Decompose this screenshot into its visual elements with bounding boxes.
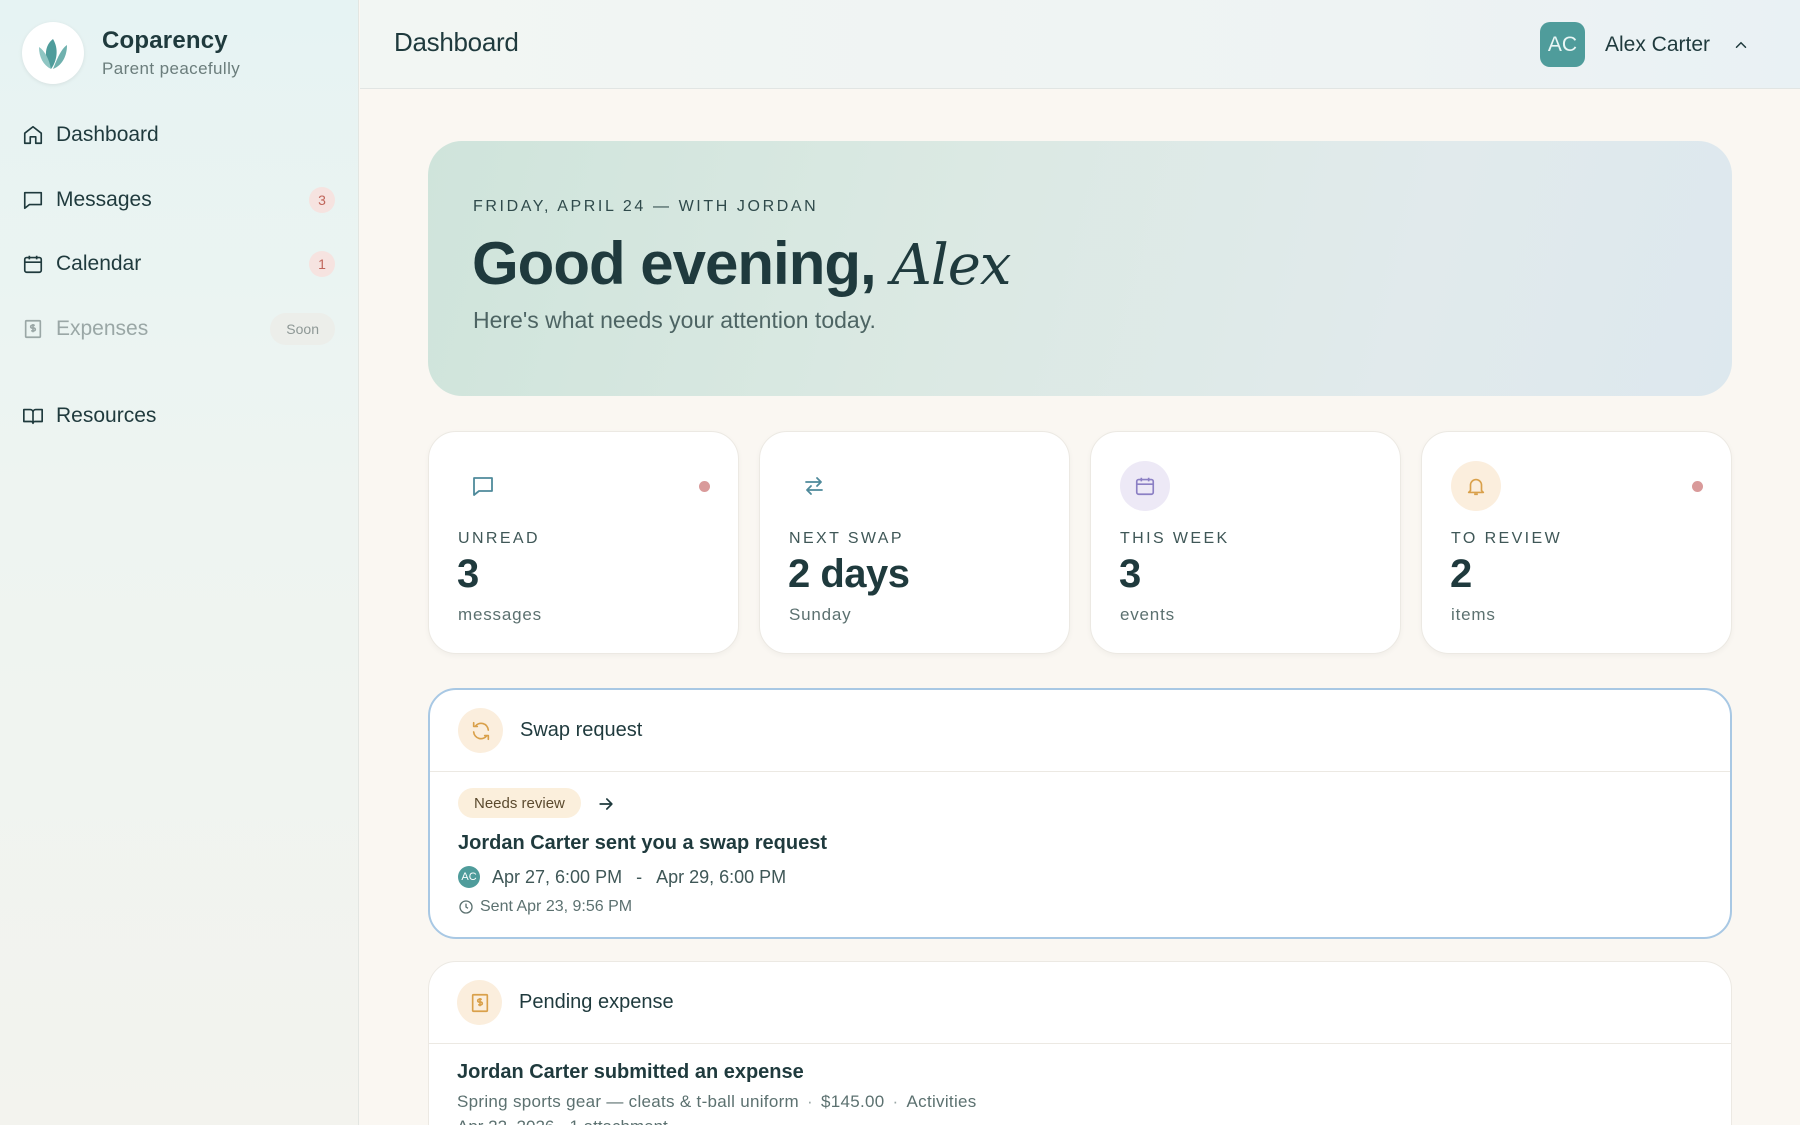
card-title: Swap request <box>520 719 643 741</box>
hero-date-line: FRIDAY, APRIL 24 — WITH JORDAN <box>473 198 819 215</box>
nav-item-resources[interactable]: Resources <box>0 391 359 441</box>
brand-name: Coparency <box>102 27 228 54</box>
stat-value: 3 <box>457 552 479 596</box>
user-menu[interactable]: AC Alex Carter <box>1539 22 1750 67</box>
card-header: Pending expense <box>429 962 1731 1044</box>
stat-card-next-swap[interactable]: NEXT SWAP 2 days Sunday <box>759 431 1070 654</box>
greeting-text: Good evening, <box>472 230 877 297</box>
sidebar: Coparency Parent peacefully Dashboard Me… <box>0 0 359 1125</box>
expense-category: Activities <box>906 1092 977 1111</box>
swap-arrows-icon <box>789 461 839 511</box>
stat-card-unread[interactable]: UNREAD 3 messages <box>428 431 739 654</box>
nav-item-calendar[interactable]: Calendar 1 <box>0 239 359 289</box>
expense-description: Spring sports gear — cleats & t-ball uni… <box>457 1092 800 1111</box>
receipt-icon <box>22 317 46 341</box>
receipt-icon <box>457 980 502 1025</box>
avatar: AC <box>458 866 480 888</box>
chevron-up-icon <box>1732 36 1750 54</box>
brand-logo-icon <box>22 22 84 84</box>
swap-date-range: AC Apr 27, 6:00 PM - Apr 29, 6:00 PM <box>458 866 786 888</box>
hero-subtitle: Here's what needs your attention today. <box>473 307 876 333</box>
hero-greeting: Good evening, Alex <box>472 229 1011 298</box>
review-dot <box>1692 481 1703 492</box>
expense-amount: $145.00 <box>820 1092 885 1111</box>
swap-request-card[interactable]: Swap request Needs review Jordan Carter … <box>428 688 1732 939</box>
message-icon <box>22 188 46 212</box>
user-name: Alex Carter <box>1604 32 1710 56</box>
nav-item-label: Expenses <box>56 317 149 340</box>
range-start: Apr 27, 6:00 PM <box>492 866 623 887</box>
nav-item-messages[interactable]: Messages 3 <box>0 175 359 225</box>
range-end: Apr 29, 6:00 PM <box>656 866 787 887</box>
page-title: Dashboard <box>394 27 519 57</box>
stat-label: UNREAD <box>458 530 540 547</box>
stat-value: 3 <box>1119 552 1141 596</box>
nav-item-label: Dashboard <box>56 123 159 146</box>
stat-value: 2 <box>1450 552 1472 596</box>
expense-date-line: Apr 22, 2026 · 1 attachment <box>457 1117 668 1125</box>
swap-request-headline: Jordan Carter sent you a swap request <box>458 832 828 854</box>
sent-timestamp: Sent Apr 23, 9:56 PM <box>458 898 632 916</box>
card-header: Swap request <box>430 690 1730 772</box>
range-separator: - <box>636 866 643 887</box>
status-badge: Needs review <box>458 788 581 818</box>
top-bar: Dashboard AC Alex Carter <box>360 0 1800 89</box>
nav-item-expenses: Expenses Soon <box>0 304 359 354</box>
welcome-hero: FRIDAY, APRIL 24 — WITH JORDAN Good even… <box>428 141 1732 396</box>
stat-card-to-review[interactable]: TO REVIEW 2 items <box>1421 431 1732 654</box>
stat-sub: Sunday <box>789 605 852 624</box>
calendar-icon <box>22 252 46 276</box>
nav-item-dashboard[interactable]: Dashboard <box>0 110 359 160</box>
calendar-icon <box>1120 461 1170 511</box>
brand[interactable]: Coparency Parent peacefully <box>22 22 240 84</box>
book-icon <box>22 404 46 428</box>
nav-item-label: Resources <box>56 404 157 427</box>
nav-item-label: Messages <box>56 188 152 211</box>
expense-headline: Jordan Carter submitted an expense <box>457 1061 804 1083</box>
stat-label: TO REVIEW <box>1451 530 1563 547</box>
unread-count-badge: 3 <box>309 187 335 213</box>
calendar-count-badge: 1 <box>309 251 335 277</box>
stat-label: NEXT SWAP <box>789 530 904 547</box>
stat-label: THIS WEEK <box>1120 530 1230 547</box>
sent-text: Sent Apr 23, 9:56 PM <box>480 898 633 915</box>
unread-dot <box>699 481 710 492</box>
soon-badge: Soon <box>270 313 335 345</box>
greeting-name: Alex <box>891 233 1011 298</box>
message-icon <box>458 461 508 511</box>
avatar: AC <box>1539 22 1585 67</box>
expense-meta: Spring sports gear — cleats & t-ball uni… <box>457 1092 977 1111</box>
home-icon <box>22 123 46 147</box>
stat-value: 2 days <box>788 552 910 596</box>
clock-icon <box>459 900 473 914</box>
refresh-icon <box>458 708 503 753</box>
card-title: Pending expense <box>519 991 674 1013</box>
pending-expense-card[interactable]: Pending expense Jordan Carter submitted … <box>428 961 1732 1125</box>
brand-tagline: Parent peacefully <box>102 59 241 78</box>
stat-sub: messages <box>458 605 542 624</box>
nav-item-label: Calendar <box>56 252 142 275</box>
stat-sub: events <box>1120 605 1175 624</box>
arrow-right-icon[interactable] <box>596 794 616 814</box>
bell-icon <box>1451 461 1501 511</box>
stat-card-this-week[interactable]: THIS WEEK 3 events <box>1090 431 1401 654</box>
stat-sub: items <box>1451 605 1496 624</box>
